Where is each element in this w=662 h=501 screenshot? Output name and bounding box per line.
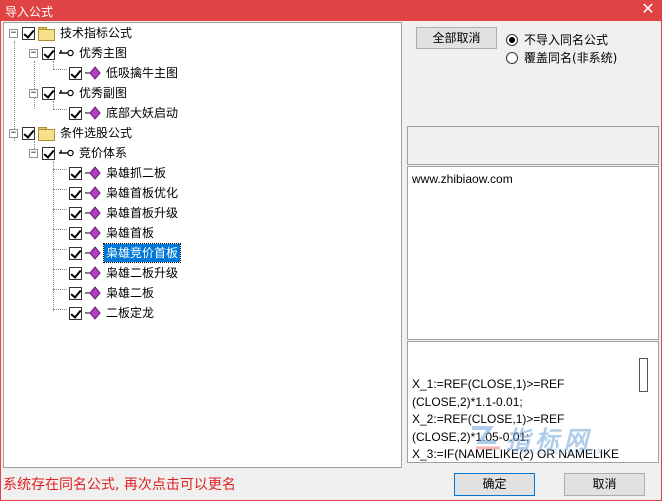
radio-label: 不导入同名公式 [524, 33, 609, 47]
tree-leaf[interactable]: 枭雄二板 [69, 283, 156, 303]
tree-node-stock-screening[interactable]: − 条件选股公式 [9, 123, 134, 143]
collapse-icon[interactable]: − [29, 88, 38, 98]
formula-diamond-icon [85, 106, 101, 120]
tree-line [53, 229, 67, 230]
tree-leaf-label: 枭雄首板优化 [106, 186, 179, 200]
checkbox-checked[interactable] [69, 106, 82, 120]
window-border-left [0, 21, 1, 501]
tree-leaf[interactable]: 枭雄抓二板 [69, 163, 168, 183]
window-title: 导入公式 [5, 5, 54, 19]
tree-node-technical-indicators[interactable]: − 技术指标公式 [9, 23, 134, 43]
tree-node-sub-chart-group[interactable]: − 优秀副图 [29, 83, 129, 103]
tree-line [53, 169, 67, 170]
folder-icon [38, 127, 55, 141]
ok-button[interactable]: 确定 [454, 473, 535, 496]
tree-leaf-selected[interactable]: 枭雄竞价首板 [69, 243, 182, 263]
checkbox-checked[interactable] [69, 186, 82, 200]
title-bar: 导入公式 ✕ [0, 0, 662, 21]
formula-tree[interactable]: − 技术指标公式 − 优秀主图 低吸擒牛主图 − 优秀副图 底部大妖启动 − 条… [3, 22, 402, 468]
checkbox-checked[interactable] [69, 286, 82, 300]
checkbox-checked[interactable] [69, 66, 82, 80]
radio-unselected[interactable] [506, 51, 518, 64]
description-panel [407, 126, 659, 165]
tree-leaf[interactable]: 枭雄二板升级 [69, 263, 180, 283]
tree-line [53, 109, 67, 110]
key-icon [59, 49, 74, 57]
formula-diamond-icon [85, 186, 101, 200]
formula-code-box[interactable]: X_1:=REF(CLOSE,1)>=REF (CLOSE,2)*1.1-0.0… [407, 341, 659, 463]
collapse-icon[interactable]: − [9, 28, 18, 38]
formula-diamond-icon [85, 166, 101, 180]
checkbox-checked[interactable] [69, 226, 82, 240]
tree-leaf-label-selected: 枭雄竞价首板 [102, 243, 182, 263]
status-message: 系统存在同名公式, 再次点击可以更名 [3, 477, 236, 493]
tree-leaf-label: 底部大妖启动 [106, 106, 179, 120]
checkbox-checked[interactable] [69, 266, 82, 280]
tree-node-bidding-system[interactable]: − 竞价体系 [29, 143, 129, 163]
tree-line [53, 269, 67, 270]
tree-line [53, 189, 67, 190]
tree-leaf[interactable]: 枭雄首板 [69, 223, 156, 243]
info-panel: www.zhibiaow.com [407, 166, 659, 340]
tree-node-label: 优秀主图 [79, 46, 128, 60]
checkbox-checked[interactable] [69, 206, 82, 220]
folder-icon [38, 27, 55, 41]
key-icon [59, 149, 74, 157]
tree-line [53, 69, 67, 70]
tree-leaf-low-buy-main-chart[interactable]: 低吸擒牛主图 [69, 63, 180, 83]
cancel-button[interactable]: 取消 [564, 473, 645, 496]
collapse-icon[interactable]: − [9, 128, 18, 138]
formula-code-text: X_1:=REF(CLOSE,1)>=REF (CLOSE,2)*1.1-0.0… [412, 377, 620, 461]
tree-leaf-label: 枭雄首板升级 [106, 206, 179, 220]
scrollbar-thumb[interactable] [639, 358, 648, 392]
radio-skip-duplicates[interactable]: 不导入同名公式 [506, 31, 608, 48]
tree-leaf-label: 枭雄二板 [106, 286, 155, 300]
checkbox-checked[interactable] [69, 246, 82, 260]
close-icon[interactable]: ✕ [640, 1, 656, 18]
tree-line [53, 249, 67, 250]
tree-leaf-label: 枭雄二板升级 [106, 266, 179, 280]
radio-overwrite-duplicates[interactable]: 覆盖同名(非系统) [506, 49, 617, 66]
cancel-all-button[interactable]: 全部取消 [416, 27, 497, 49]
tree-leaf-label: 二板定龙 [106, 306, 155, 320]
checkbox-checked[interactable] [22, 26, 35, 40]
tree-leaf-label: 枭雄首板 [106, 226, 155, 240]
checkbox-checked[interactable] [42, 86, 55, 100]
formula-diamond-icon [85, 246, 101, 260]
collapse-icon[interactable]: − [29, 148, 38, 158]
checkbox-checked[interactable] [42, 146, 55, 160]
tree-leaf[interactable]: 枭雄首板优化 [69, 183, 180, 203]
formula-diamond-icon [85, 206, 101, 220]
formula-diamond-icon [85, 286, 101, 300]
tree-leaf-label: 枭雄抓二板 [106, 166, 167, 180]
checkbox-checked[interactable] [69, 306, 82, 320]
formula-diamond-icon [85, 226, 101, 240]
radio-selected[interactable] [506, 33, 518, 46]
checkbox-checked[interactable] [69, 166, 82, 180]
key-icon [59, 89, 74, 97]
tree-node-main-chart-group[interactable]: − 优秀主图 [29, 43, 129, 63]
tree-line [53, 289, 67, 290]
tree-line [53, 309, 67, 310]
tree-node-label: 竞价体系 [79, 146, 128, 160]
checkbox-checked[interactable] [42, 46, 55, 60]
tree-leaf[interactable]: 二板定龙 [69, 303, 156, 323]
checkbox-checked[interactable] [22, 126, 35, 140]
formula-diamond-icon [85, 266, 101, 280]
tree-node-label: 技术指标公式 [60, 26, 133, 40]
tree-leaf-label: 低吸擒牛主图 [106, 66, 179, 80]
info-url: www.zhibiaow.com [412, 172, 513, 186]
tree-line [53, 209, 67, 210]
tree-leaf-bottom-stock-start[interactable]: 底部大妖启动 [69, 103, 180, 123]
radio-label: 覆盖同名(非系统) [524, 51, 618, 65]
formula-diamond-icon [85, 66, 101, 80]
tree-leaf[interactable]: 枭雄首板升级 [69, 203, 180, 223]
formula-diamond-icon [85, 306, 101, 320]
tree-node-label: 条件选股公式 [60, 126, 133, 140]
collapse-icon[interactable]: − [29, 48, 38, 58]
tree-node-label: 优秀副图 [79, 86, 128, 100]
